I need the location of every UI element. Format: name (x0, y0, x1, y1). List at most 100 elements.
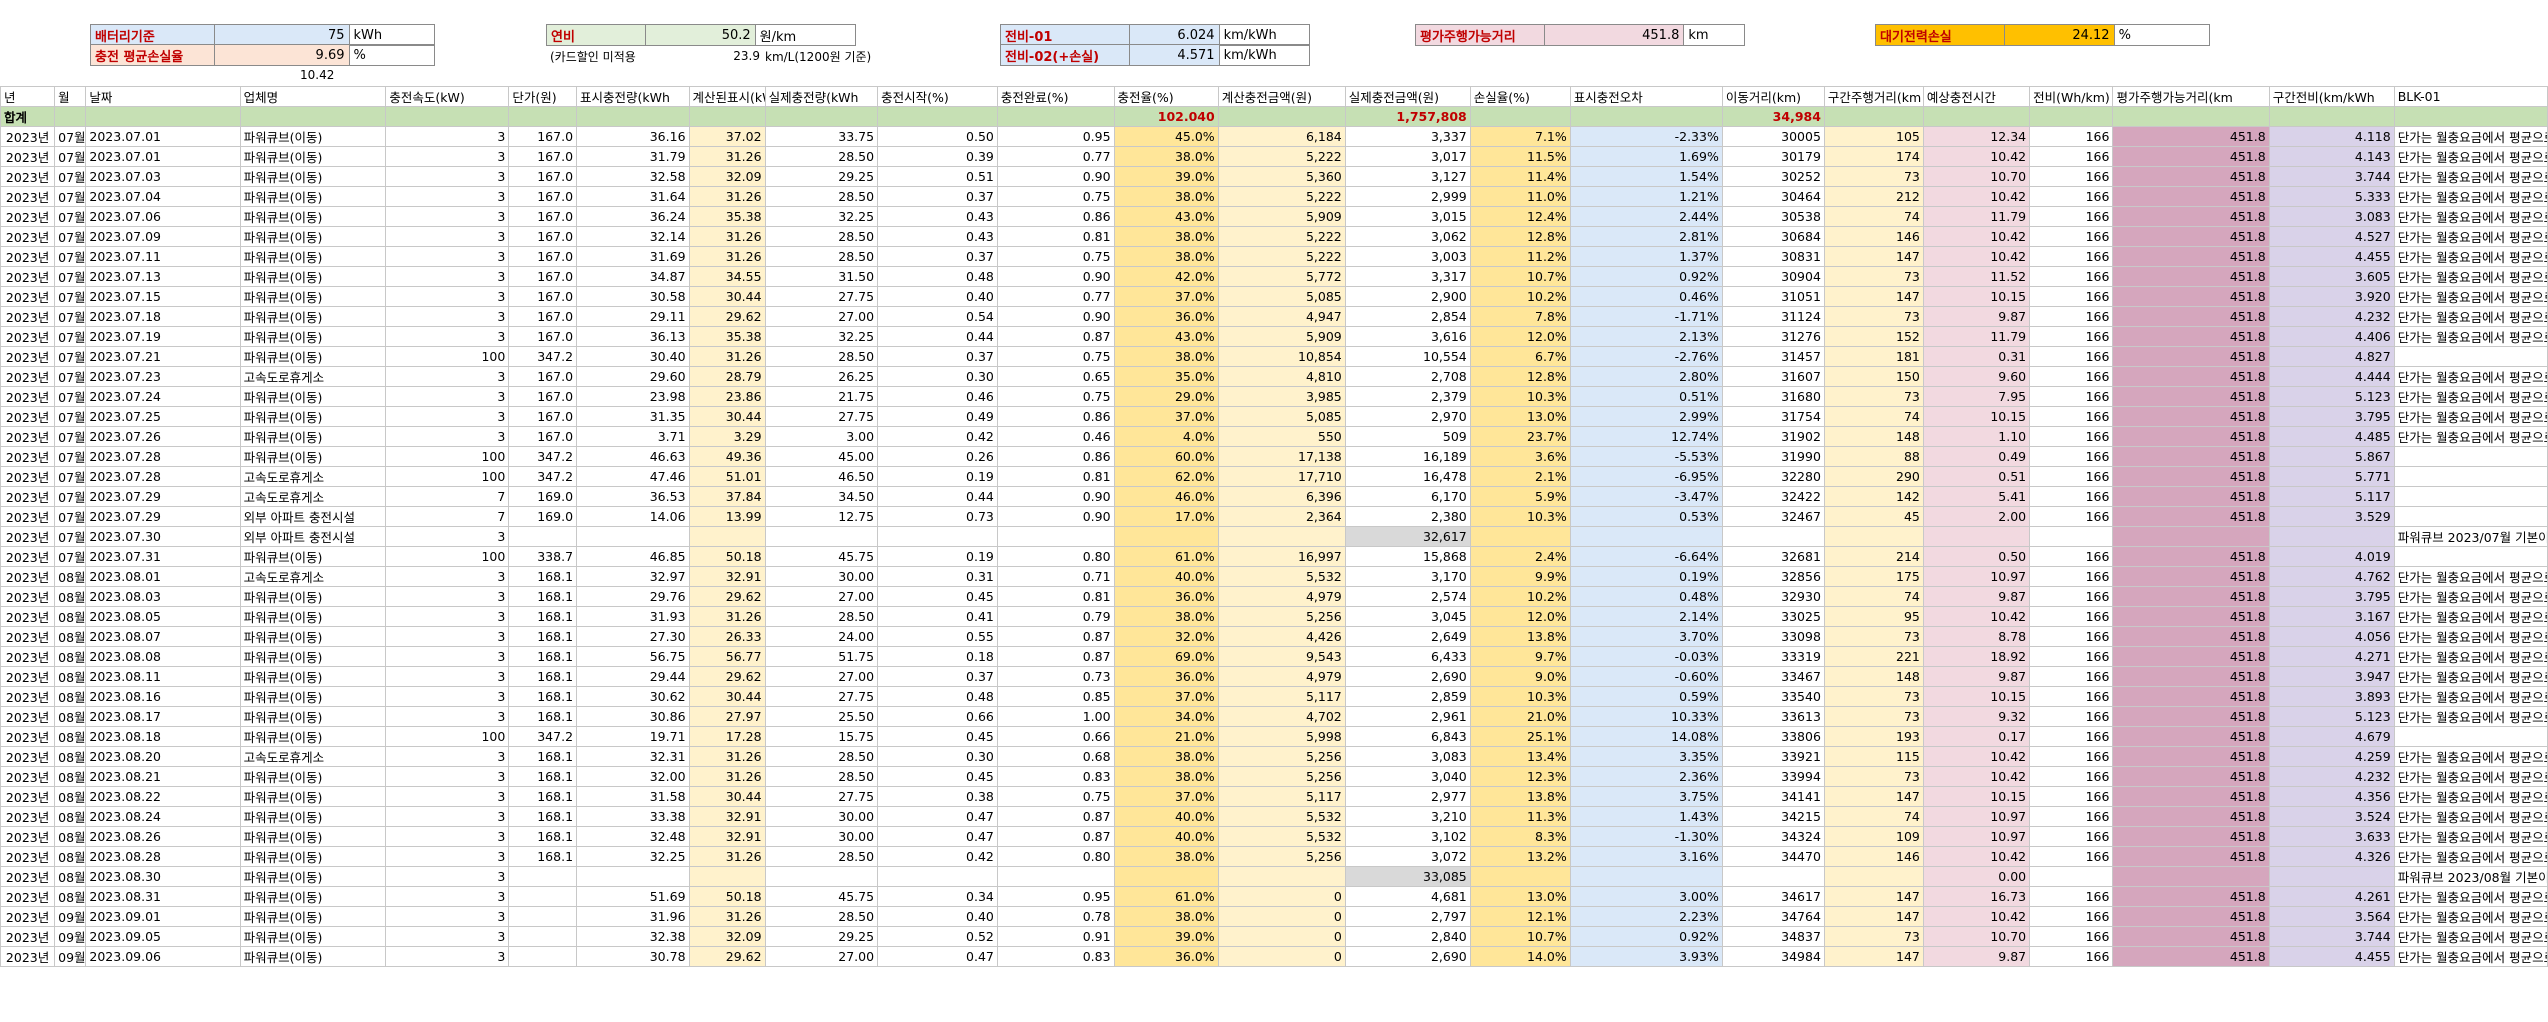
cell[interactable]: 0.30 (877, 366, 998, 387)
cell[interactable]: 0.71 (996, 566, 1115, 587)
cell[interactable]: 2023년 (0, 806, 56, 827)
cell[interactable]: 0.43 (877, 226, 998, 247)
cell[interactable]: 0.39 (877, 146, 998, 167)
cell[interactable]: 4.827 (2268, 346, 2395, 367)
cell[interactable]: 파워큐브(이동) (239, 846, 387, 867)
cell[interactable]: 23.98 (576, 386, 690, 407)
cell[interactable]: 2023년 (0, 726, 56, 747)
cell[interactable]: 5,909 (1217, 326, 1346, 347)
cell[interactable]: 0.87 (996, 646, 1115, 667)
cell[interactable]: 2,970 (1344, 406, 1471, 427)
cell[interactable]: 33994 (1721, 766, 1825, 787)
total-cell[interactable] (2029, 106, 2114, 127)
cell[interactable]: 451.8 (2112, 746, 2270, 767)
cell[interactable]: 07월 (54, 286, 87, 307)
cell[interactable]: 2023년 (0, 386, 56, 407)
cell[interactable]: 451.8 (2112, 946, 2270, 967)
cell[interactable]: 167.0 (508, 266, 578, 287)
cell[interactable]: 0.45 (877, 726, 998, 747)
cell[interactable]: 7.95 (1922, 386, 2031, 407)
cell[interactable]: 2023.07.18 (85, 306, 241, 327)
cell[interactable]: 28.50 (764, 186, 879, 207)
cell[interactable]: 0.83 (996, 946, 1115, 967)
cell[interactable]: 0.51 (877, 166, 998, 187)
cell[interactable]: 30.62 (576, 686, 690, 707)
cell[interactable]: 168.1 (508, 846, 578, 867)
cell[interactable]: 4,810 (1217, 366, 1346, 387)
cell[interactable]: 6,396 (1217, 486, 1346, 507)
cell[interactable]: 31.26 (688, 186, 766, 207)
cell[interactable]: 32,617 (1344, 526, 1471, 547)
cell[interactable]: 07월 (54, 166, 87, 187)
cell[interactable]: 166 (2029, 586, 2114, 607)
cell[interactable]: 193 (1823, 726, 1924, 747)
cell[interactable] (2393, 546, 2548, 567)
cell[interactable]: 29.62 (688, 306, 766, 327)
cell[interactable]: 0.51% (1569, 386, 1723, 407)
cell[interactable]: 347.2 (508, 446, 578, 467)
cell[interactable]: 09월 (54, 926, 87, 947)
cell[interactable]: 파워큐브(이동) (239, 186, 387, 207)
cell[interactable]: 167.0 (508, 186, 578, 207)
cell[interactable]: 고속도로휴게소 (239, 466, 387, 487)
cell[interactable]: 파워큐브(이동) (239, 626, 387, 647)
cell[interactable]: 451.8 (2112, 646, 2270, 667)
cell[interactable]: 166 (2029, 406, 2114, 427)
cell[interactable]: 2023.07.15 (85, 286, 241, 307)
cell[interactable]: 166 (2029, 826, 2114, 847)
cell[interactable] (2393, 486, 2548, 507)
cell[interactable]: 46.63 (576, 446, 690, 467)
cell[interactable]: -1.30% (1569, 826, 1723, 847)
cell[interactable]: 451.8 (2112, 666, 2270, 687)
cell[interactable]: 3 (385, 606, 510, 627)
cell[interactable]: 07월 (54, 306, 87, 327)
total-cell[interactable] (54, 106, 87, 127)
cell[interactable]: 109 (1823, 826, 1924, 847)
cell[interactable]: 31.26 (688, 746, 766, 767)
cell[interactable]: 167.0 (508, 286, 578, 307)
cell[interactable]: 0.46 (996, 426, 1115, 447)
cell[interactable]: 2023.07.25 (85, 406, 241, 427)
cell[interactable]: 07월 (54, 506, 87, 527)
cell[interactable]: 33319 (1721, 646, 1825, 667)
cell[interactable]: 파워큐브(이동) (239, 866, 387, 887)
cell[interactable]: 4.485 (2268, 426, 2395, 447)
cell[interactable]: 32.31 (576, 746, 690, 767)
cell[interactable]: 31.26 (688, 226, 766, 247)
cell[interactable]: 12.74% (1569, 426, 1723, 447)
cell[interactable]: 29.62 (688, 666, 766, 687)
cell[interactable]: -0.60% (1569, 666, 1723, 687)
cell[interactable] (1113, 866, 1219, 887)
cell[interactable]: 3 (385, 666, 510, 687)
cell[interactable]: 파워큐브(이동) (239, 606, 387, 627)
cell[interactable]: 2,977 (1344, 786, 1471, 807)
cell[interactable]: 5,532 (1217, 566, 1346, 587)
cell[interactable]: 168.1 (508, 706, 578, 727)
cell[interactable]: 451.8 (2112, 626, 2270, 647)
cell[interactable]: 16,997 (1217, 546, 1346, 567)
cell[interactable]: 4,702 (1217, 706, 1346, 727)
cell[interactable]: 31.26 (688, 766, 766, 787)
cell[interactable]: 0.26 (877, 446, 998, 467)
cell[interactable]: 2023.07.31 (85, 546, 241, 567)
cell[interactable]: 0.90 (996, 306, 1115, 327)
cell[interactable]: 4.455 (2268, 246, 2395, 267)
cell[interactable]: 147 (1823, 786, 1924, 807)
cell[interactable]: 13.0% (1469, 406, 1571, 427)
cell[interactable]: 338.7 (508, 546, 578, 567)
cell[interactable]: 단가는 월충요금에서 평균으로 계산 (2393, 646, 2548, 667)
cell[interactable]: 3.00% (1569, 886, 1723, 907)
cell[interactable]: 단가는 월충요금에서 평균으로 계산 (2393, 266, 2548, 287)
cell[interactable]: 30.44 (688, 786, 766, 807)
cell[interactable]: 단가는 월충요금에서 평균으로 계산 (2393, 826, 2548, 847)
cell[interactable]: 33540 (1721, 686, 1825, 707)
cell[interactable]: 31.64 (576, 186, 690, 207)
cell[interactable]: 2023.08.21 (85, 766, 241, 787)
cell[interactable]: 9.32 (1922, 706, 2031, 727)
cell[interactable]: 단가는 월충요금에서 평균으로 계산 (2393, 326, 2548, 347)
summary-battery[interactable]: 배터리기준 75 kWh (90, 24, 435, 46)
cell[interactable]: 32.91 (688, 826, 766, 847)
cell[interactable]: 49.36 (688, 446, 766, 467)
cell[interactable]: 174 (1823, 146, 1924, 167)
cell[interactable]: 4.118 (2268, 126, 2395, 147)
